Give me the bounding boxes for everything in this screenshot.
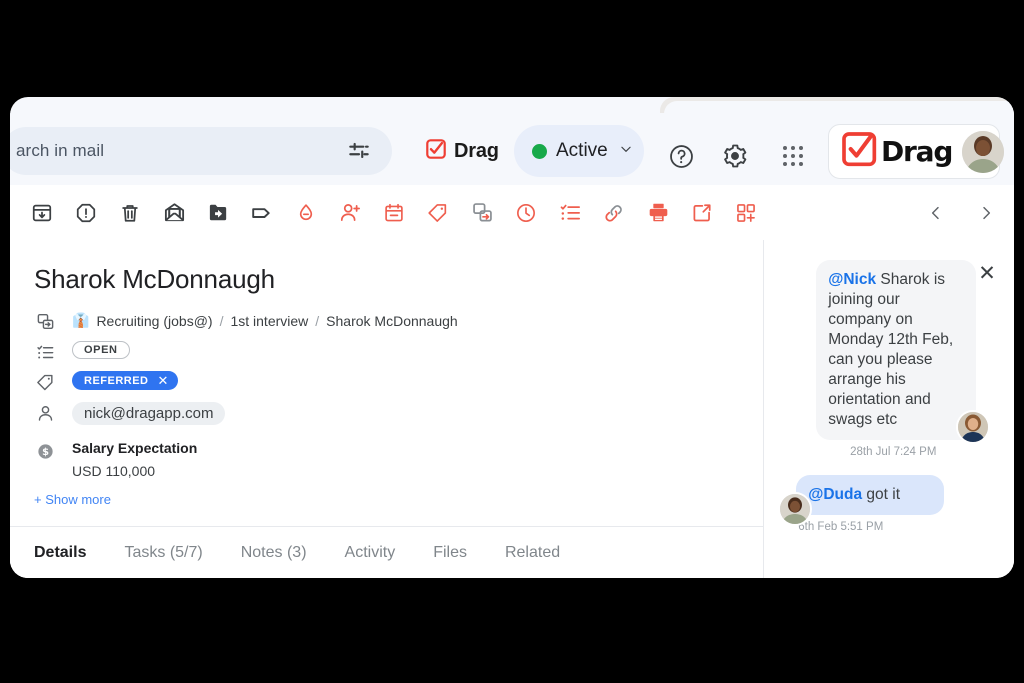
salary-label: Salary Expectation bbox=[72, 440, 198, 456]
avatar[interactable] bbox=[962, 130, 1005, 173]
chat-mention[interactable]: @Duda bbox=[808, 486, 862, 503]
salary-row: $ Salary Expectation USD 110,000 bbox=[34, 440, 197, 479]
help-icon[interactable] bbox=[664, 139, 698, 173]
breadcrumb-stage[interactable]: 1st interview bbox=[230, 313, 308, 329]
drag-badge-label: Drag bbox=[454, 140, 499, 162]
checklist-icon[interactable] bbox=[552, 195, 588, 231]
page-title: Sharok McDonnaugh bbox=[34, 264, 275, 294]
chat-bubble[interactable]: @Nick Sharok is joining our company on M… bbox=[816, 260, 977, 440]
tag-icon[interactable] bbox=[420, 195, 456, 231]
gear-icon[interactable] bbox=[718, 139, 752, 173]
chat-message: @Duda got it 6th Feb 5:51 PM bbox=[796, 475, 945, 533]
remove-tag-icon[interactable]: ✕ bbox=[158, 374, 169, 387]
account-brand-label: Drag bbox=[881, 135, 953, 168]
breadcrumb[interactable]: 👔 Recruiting (jobs@) / 1st interview / S… bbox=[72, 310, 458, 329]
record-body: Sharok McDonnaugh 👔 Recruiting (jobs@) / bbox=[10, 240, 1014, 578]
tag-badge-label: REFERRED bbox=[84, 374, 149, 387]
tab-related[interactable]: Related bbox=[505, 544, 560, 562]
contact-row: nick@dragapp.com bbox=[34, 402, 226, 425]
drag-check-logo-icon bbox=[425, 138, 447, 165]
snooze-clock-icon[interactable] bbox=[508, 195, 544, 231]
status-selector[interactable]: Active bbox=[514, 125, 644, 177]
archive-icon[interactable] bbox=[24, 195, 60, 231]
search-input[interactable]: arch in mail bbox=[16, 141, 104, 161]
status-label: Active bbox=[556, 140, 608, 161]
move-to-board-icon[interactable] bbox=[464, 195, 500, 231]
action-toolbar bbox=[10, 185, 1014, 241]
toolbar-icon-group bbox=[10, 195, 764, 231]
print-icon[interactable] bbox=[640, 195, 676, 231]
breadcrumb-card[interactable]: Sharok McDonnaugh bbox=[326, 313, 458, 329]
avatar[interactable] bbox=[956, 410, 991, 444]
drag-inbox-badge[interactable]: Drag bbox=[425, 138, 499, 165]
show-more-link[interactable]: + Show more bbox=[34, 492, 111, 507]
report-spam-icon[interactable] bbox=[68, 195, 104, 231]
drop-remove-icon[interactable] bbox=[288, 195, 324, 231]
record-detail-pane: Sharok McDonnaugh 👔 Recruiting (jobs@) / bbox=[10, 240, 764, 578]
checklist-field-icon bbox=[34, 341, 56, 363]
svg-text:$: $ bbox=[42, 447, 49, 458]
drag-account-box[interactable]: Drag bbox=[828, 124, 1005, 179]
chat-text: got it bbox=[862, 486, 901, 503]
money-icon: $ bbox=[34, 440, 56, 462]
pagination-nav bbox=[922, 185, 1000, 240]
tune-icon[interactable] bbox=[346, 138, 372, 164]
tag-field-icon bbox=[34, 371, 56, 393]
breadcrumb-separator-2: / bbox=[315, 312, 320, 329]
close-icon[interactable]: ✕ bbox=[976, 262, 998, 284]
tag-row: REFERRED ✕ bbox=[34, 371, 178, 393]
tab-files[interactable]: Files bbox=[433, 544, 467, 562]
delete-icon[interactable] bbox=[112, 195, 148, 231]
tab-details[interactable]: Details bbox=[34, 544, 86, 562]
screenshot-stage: arch in mail Drag Active Drag Sharok McD… bbox=[0, 0, 1024, 683]
mark-unread-icon[interactable] bbox=[156, 195, 192, 231]
status-dot-icon bbox=[532, 143, 547, 159]
avatar[interactable] bbox=[778, 492, 813, 526]
board-emoji-icon: 👔 bbox=[72, 312, 90, 328]
move-to-folder-icon[interactable] bbox=[200, 195, 236, 231]
gmail-top-bar: arch in mail Drag Active Drag bbox=[10, 113, 1014, 185]
breadcrumb-separator: / bbox=[219, 312, 224, 329]
status-row: OPEN bbox=[34, 341, 130, 363]
salary-value[interactable]: USD 110,000 bbox=[72, 463, 197, 479]
chat-pane: ✕ @Nick Sharok is joining our company on… bbox=[763, 240, 1014, 578]
status-badge[interactable]: OPEN bbox=[72, 341, 130, 359]
browser-window: arch in mail Drag Active Drag Sharok McD… bbox=[10, 97, 1014, 578]
next-arrow-icon[interactable] bbox=[972, 199, 1000, 227]
chat-text: Sharok is joining our company on Monday … bbox=[828, 271, 954, 428]
chat-message: @Nick Sharok is joining our company on M… bbox=[816, 260, 977, 458]
chat-bubble[interactable]: @Duda got it bbox=[796, 475, 945, 515]
drag-logo-icon bbox=[839, 129, 879, 174]
calendar-icon[interactable] bbox=[376, 195, 412, 231]
add-widget-icon[interactable] bbox=[728, 195, 764, 231]
label-icon[interactable] bbox=[244, 195, 280, 231]
record-tabs: Details Tasks (5/7) Notes (3) Activity F… bbox=[10, 526, 764, 578]
open-in-new-icon[interactable] bbox=[684, 195, 720, 231]
chevron-down-icon[interactable] bbox=[619, 142, 633, 161]
apps-grid-icon[interactable] bbox=[776, 139, 810, 173]
chat-timestamp: 28th Jul 7:24 PM bbox=[850, 446, 937, 458]
chat-mention[interactable]: @Nick bbox=[828, 271, 876, 288]
breadcrumb-row: 👔 Recruiting (jobs@) / 1st interview / S… bbox=[34, 310, 458, 332]
tab-notes[interactable]: Notes (3) bbox=[241, 544, 307, 562]
person-icon bbox=[34, 402, 56, 424]
tag-badge[interactable]: REFERRED ✕ bbox=[72, 371, 178, 390]
contact-email-chip[interactable]: nick@dragapp.com bbox=[72, 402, 226, 425]
board-icon bbox=[34, 310, 56, 332]
tab-tasks[interactable]: Tasks (5/7) bbox=[124, 544, 202, 562]
link-icon[interactable] bbox=[596, 195, 632, 231]
chat-timestamp: 6th Feb 5:51 PM bbox=[798, 521, 884, 533]
prev-arrow-icon[interactable] bbox=[922, 199, 950, 227]
search-field[interactable]: arch in mail bbox=[10, 127, 392, 175]
breadcrumb-board[interactable]: Recruiting (jobs@) bbox=[96, 313, 212, 329]
add-person-icon[interactable] bbox=[332, 195, 368, 231]
tab-activity[interactable]: Activity bbox=[345, 544, 396, 562]
